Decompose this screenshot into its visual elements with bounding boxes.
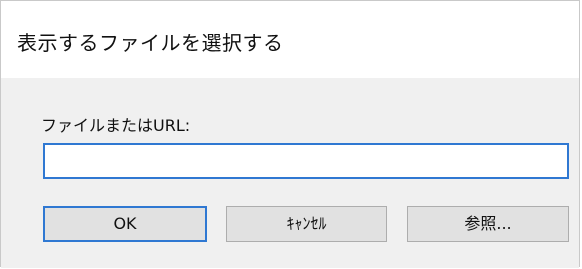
dialog-body: ファイルまたはURL: OK ｷｬﾝｾﾙ 参照... [1, 78, 579, 268]
file-or-url-input[interactable] [43, 143, 569, 179]
file-or-url-label: ファイルまたはURL: [41, 116, 191, 135]
ok-button[interactable]: OK [43, 206, 207, 242]
cancel-button[interactable]: ｷｬﾝｾﾙ [226, 206, 387, 242]
dialog-title: 表示するファイルを選択する [17, 31, 284, 55]
file-select-dialog: 表示するファイルを選択する ファイルまたはURL: OK ｷｬﾝｾﾙ 参照... [0, 0, 580, 268]
dialog-title-bar: 表示するファイルを選択する [1, 1, 579, 78]
browse-button[interactable]: 参照... [407, 206, 569, 242]
